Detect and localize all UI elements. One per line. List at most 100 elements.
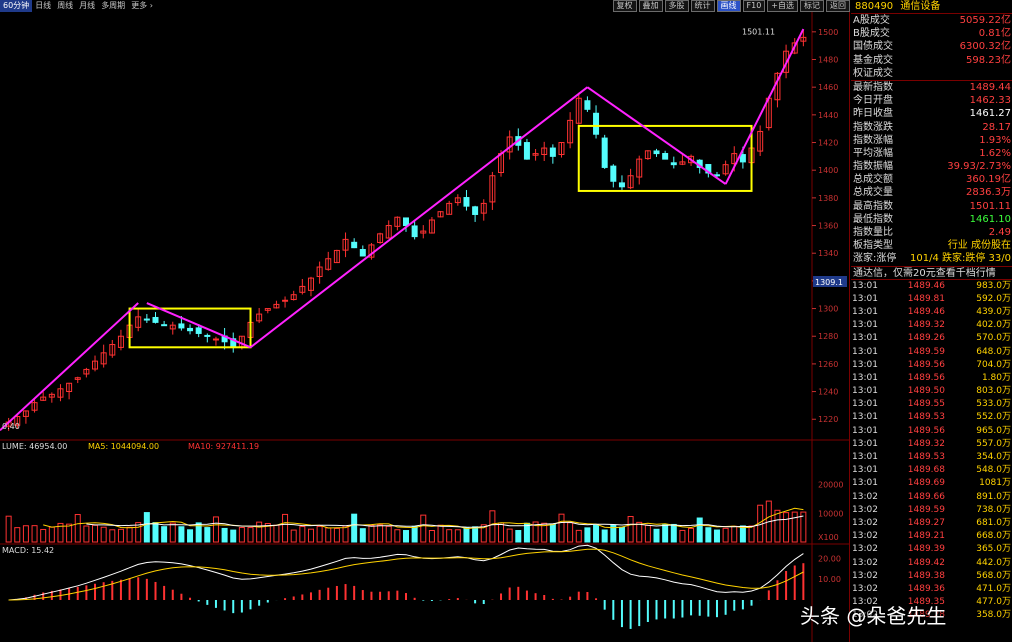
tick-row: 13:02 1489.66 891.0万 — [851, 491, 1012, 504]
kline-chart[interactable]: 1220124012601280130013201340136013801400… — [0, 12, 850, 642]
tick-price: 1489.55 — [907, 399, 945, 410]
volume-bar — [428, 530, 435, 543]
y-tick-label: 1240 — [818, 388, 838, 397]
tool-button-2[interactable]: 多股 — [664, 0, 689, 12]
volume-bar — [411, 525, 418, 543]
volume-bar — [325, 527, 332, 543]
quote-side-panel: 880490 通信设备 A股成交 5059.22亿 B股成交 0.81亿 国债成交 630… — [851, 0, 1012, 642]
candle-body — [472, 206, 479, 215]
tab-2[interactable]: 周线 — [54, 0, 76, 12]
volume-tick-label: 10000 — [818, 509, 843, 518]
tick-price: 1489.69 — [907, 478, 945, 489]
volume-bar — [221, 527, 228, 543]
chart-area[interactable]: 60分钟 日线 周线 月线 多周期 更多 › 复权 叠加 多股 统计 画线 F10 +自选 标记 返回 12… — [0, 0, 850, 642]
tick-time: 13:01 — [852, 359, 878, 370]
tick-row: 13:02 1489.42 442.0万 — [851, 557, 1012, 570]
volume-bar — [463, 527, 470, 543]
index-label: 指数涨跌 — [853, 121, 893, 133]
tool-button-1[interactable]: 叠加 — [638, 0, 663, 12]
index-label: 最低指数 — [853, 213, 893, 225]
volume-bar — [748, 525, 755, 543]
tab-3[interactable]: 月线 — [76, 0, 98, 12]
tab-0[interactable]: 60分钟 — [0, 0, 33, 12]
index-label: 平均涨幅 — [853, 147, 893, 159]
tick-price: 1489.42 — [907, 557, 945, 568]
volume-bar — [394, 529, 401, 543]
candle-body — [282, 299, 289, 302]
tick-vol: 552.0万 — [976, 412, 1011, 423]
candle-body — [178, 323, 185, 329]
macd-dif-line — [8, 544, 804, 601]
volume-bar — [14, 527, 21, 543]
volume-bar — [230, 529, 237, 543]
tick-vol: 570.0万 — [976, 333, 1011, 344]
volume-bar — [152, 522, 159, 543]
volume-bar — [143, 512, 150, 543]
stat-label: 权证成交 — [853, 67, 893, 79]
volume-bar — [653, 528, 660, 543]
tick-list[interactable]: 13:01 1489.46 983.0万 13:01 1489.81 592.0万 13:0… — [851, 280, 1012, 623]
y-tick-label: 1380 — [818, 194, 838, 203]
tick-price: 1489.38 — [907, 570, 945, 581]
tick-time: 13:01 — [852, 280, 878, 291]
tick-time: 13:01 — [852, 293, 878, 304]
tick-time: 13:01 — [852, 306, 878, 317]
y-tick-label: 1280 — [818, 332, 838, 341]
tick-vol: 568.0万 — [976, 570, 1011, 581]
stat-row: A股成交 5059.22亿 — [851, 14, 1012, 27]
stat-label: B股成交 — [853, 28, 890, 40]
promo-banner[interactable]: 通达信，仅需20元查看千档行情 — [851, 265, 1012, 280]
index-row: 指数振幅 39.93/2.73% — [851, 160, 1012, 173]
volume-bar — [307, 528, 314, 543]
tool-button-8[interactable]: 返回 — [826, 0, 850, 12]
stat-label: 基金成交 — [853, 54, 893, 66]
tick-time: 13:02 — [852, 557, 878, 568]
tick-price: 1489.32 — [907, 438, 945, 449]
volume-bar — [774, 509, 781, 543]
volume-bar — [282, 513, 289, 543]
tick-row: 13:01 1489.55 533.0万 — [851, 398, 1012, 411]
y-tick-label: 1480 — [818, 56, 838, 65]
tick-vol: 668.0万 — [976, 531, 1011, 542]
volume-bar — [92, 524, 99, 543]
volume-bar — [670, 523, 677, 543]
tick-time: 13:01 — [852, 478, 878, 489]
stat-value: 6300.32亿 — [959, 41, 1011, 53]
candle-body — [161, 324, 168, 327]
volume-bar — [31, 525, 38, 543]
tick-price: 1489.26 — [907, 333, 945, 344]
security-code: 880490 — [855, 1, 894, 12]
tab-1[interactable]: 日线 — [32, 0, 54, 12]
period-toolbar: 60分钟 日线 周线 月线 多周期 更多 › 复权 叠加 多股 统计 画线 F10 +自选 标记 返回 — [0, 0, 850, 12]
stat-row: 权证成交 — [851, 67, 1012, 80]
tool-button-3[interactable]: 统计 — [690, 0, 715, 12]
tick-time: 13:01 — [852, 320, 878, 331]
stat-label: A股成交 — [853, 15, 890, 26]
index-label: 总成交量 — [853, 187, 893, 199]
tab-4[interactable]: 多周期 — [98, 0, 128, 12]
candle-body — [618, 182, 625, 188]
volume-bar — [403, 530, 409, 543]
tool-button-0[interactable]: 复权 — [612, 0, 637, 12]
stat-value: 598.23亿 — [966, 54, 1011, 66]
y-tick-label: 1400 — [818, 166, 838, 175]
tick-price: 1489.46 — [907, 280, 945, 291]
tick-price: 1489.36 — [907, 583, 945, 594]
tab-5[interactable]: 更多 › — [128, 0, 156, 12]
tool-button-5[interactable]: F10 — [742, 0, 766, 12]
volume-bar — [169, 522, 176, 543]
security-header: 880490 通信设备 — [851, 0, 1012, 14]
tick-vol: 965.0万 — [976, 425, 1011, 436]
y-tick-label: 1460 — [818, 83, 838, 92]
tool-button-4[interactable]: 画线 — [716, 0, 741, 12]
volume-bar — [472, 526, 479, 543]
tick-row: 13:01 1489.46 983.0万 — [851, 280, 1012, 293]
volume-ma5-label: MA5: 1044094.00 — [88, 442, 159, 451]
tool-button-7[interactable]: 标记 — [800, 0, 824, 12]
macd-label: MACD: 15.42 — [2, 546, 54, 555]
volume-bar — [644, 524, 651, 543]
index-row: 总成交量 2836.3万 — [851, 186, 1012, 199]
volume-bar — [618, 526, 625, 543]
tool-button-6[interactable]: +自选 — [767, 0, 798, 12]
index-row: 昨日收盘 1461.27 — [851, 107, 1012, 120]
